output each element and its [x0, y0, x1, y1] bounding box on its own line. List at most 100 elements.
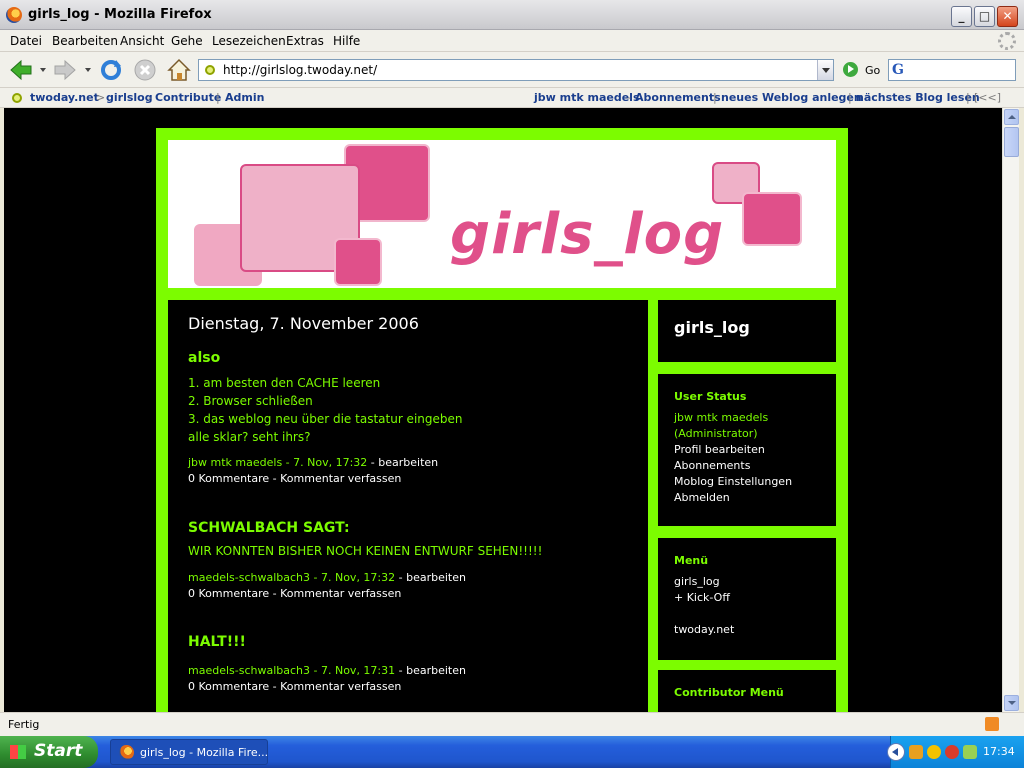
crumb-pipe: |	[216, 91, 220, 104]
bookmark-user[interactable]: jbw mtk maedels	[534, 91, 640, 104]
tray-app-icon[interactable]	[909, 745, 923, 759]
post-comments-link[interactable]: 0 Kommentare - Kommentar verfassen	[188, 680, 401, 693]
start-button[interactable]: Start	[0, 736, 98, 768]
post-title[interactable]: also	[188, 350, 220, 366]
bookmark-back-marker[interactable]: [<<]	[974, 91, 1001, 104]
menu-hilfe[interactable]: Hilfe	[333, 34, 360, 48]
go-icon[interactable]	[843, 62, 858, 77]
post-text-line: alle sklar? seht ihrs?	[188, 430, 311, 444]
post-comments-link[interactable]: 0 Kommentare - Kommentar verfassen	[188, 587, 401, 600]
bookmark-new-weblog[interactable]: neues Weblog anlegen	[721, 91, 862, 104]
menu-extras[interactable]: Extras	[286, 34, 324, 48]
tray-volume-icon[interactable]	[963, 745, 977, 759]
sidebar-blog-title[interactable]: girls_log	[674, 318, 750, 337]
stop-icon	[134, 59, 156, 81]
post-edit-link[interactable]: - bearbeiten	[367, 456, 438, 469]
crumb-dash: -	[148, 91, 152, 104]
menu-item-kick-off[interactable]: + Kick-Off	[674, 591, 730, 604]
status-text: Fertig	[8, 718, 40, 731]
stop-button[interactable]	[132, 57, 158, 83]
logo-square-decoration	[742, 192, 802, 246]
menu-datei[interactable]: Datei	[10, 34, 42, 48]
windows-taskbar: Start girls_log - Mozilla Fire... 17:34	[0, 736, 1024, 768]
go-button[interactable]: Go	[865, 64, 880, 77]
post-author-link[interactable]: maedels-schwalbach3 - 7. Nov, 17:31	[188, 664, 395, 677]
sidebar-contributor-menu: Contributor Menü	[658, 670, 836, 712]
menu-ansicht[interactable]: Ansicht	[120, 34, 164, 48]
abonnements-link[interactable]: Abonnements	[674, 459, 750, 472]
post-title[interactable]: SCHWALBACH SAGT:	[188, 520, 350, 536]
bookmark-next-blog[interactable]: nächstes Blog lesen	[856, 91, 980, 104]
post-author-link[interactable]: maedels-schwalbach3 - 7. Nov, 17:32	[188, 571, 395, 584]
post-comments-link[interactable]: 0 Kommentare - Kommentar verfassen	[188, 472, 401, 485]
google-search-engine-icon[interactable]: G	[892, 62, 904, 78]
scroll-down-button[interactable]	[1004, 695, 1019, 711]
search-box[interactable]: G	[888, 59, 1016, 81]
tray-network-icon[interactable]	[927, 745, 941, 759]
menu-lesezeichen[interactable]: Lesezeichen	[212, 34, 286, 48]
home-icon	[167, 58, 191, 81]
reload-button[interactable]	[98, 57, 124, 83]
post-edit-link[interactable]: - bearbeiten	[395, 571, 466, 584]
bookmark-admin[interactable]: Admin	[225, 91, 264, 104]
logout-link[interactable]: Abmelden	[674, 491, 730, 504]
post-title[interactable]: HALT!!!	[188, 634, 246, 650]
post-edit-link[interactable]: - bearbeiten	[395, 664, 466, 677]
taskbar-firefox-window[interactable]: girls_log - Mozilla Fire...	[110, 739, 268, 765]
moblog-settings-link[interactable]: Moblog Einstellungen	[674, 475, 792, 488]
page-scrollbar[interactable]	[1002, 108, 1019, 712]
forward-button[interactable]	[52, 57, 78, 83]
address-bar[interactable]: http://girlslog.twoday.net/	[198, 59, 834, 81]
close-button[interactable]: ✕	[997, 6, 1018, 27]
rss-feed-icon[interactable]	[985, 717, 999, 731]
post-author-link[interactable]: jbw mtk maedels - 7. Nov, 17:32	[188, 456, 367, 469]
url-history-dropdown[interactable]	[817, 60, 833, 80]
menu-item-twoday[interactable]: twoday.net	[674, 623, 734, 636]
sidebar-blog-title-box: girls_log	[658, 300, 836, 362]
post-meta: maedels-schwalbach3 - 7. Nov, 17:32 - be…	[188, 571, 466, 584]
back-history-dropdown[interactable]	[40, 68, 46, 72]
menu-item-girls-log[interactable]: girls_log	[674, 575, 720, 588]
menu-bar: Datei Bearbeiten Ansicht Gehe Lesezeiche…	[0, 30, 1024, 52]
twoday-favicon-icon	[12, 93, 22, 103]
throbber-icon	[998, 32, 1016, 50]
home-button[interactable]	[166, 57, 192, 83]
forward-history-dropdown[interactable]	[85, 68, 91, 72]
logo-square-decoration	[334, 238, 382, 286]
profil-bearbeiten-link[interactable]: Profil bearbeiten	[674, 443, 765, 456]
window-title: girls_log - Mozilla Firefox	[28, 7, 212, 22]
sidebar-user-status: User Status jbw mtk maedels (Administrat…	[658, 374, 836, 526]
back-button[interactable]	[8, 57, 34, 83]
windows-flag-icon	[10, 745, 26, 759]
scroll-thumb[interactable]	[1004, 127, 1019, 157]
menu-heading: Menü	[674, 554, 709, 567]
back-arrow-icon	[10, 59, 32, 81]
blog-logo: girls_log	[450, 202, 725, 267]
user-role: (Administrator)	[674, 427, 758, 440]
menu-gehe[interactable]: Gehe	[171, 34, 203, 48]
minimize-button[interactable]: _	[951, 6, 972, 27]
url-text[interactable]: http://girlslog.twoday.net/	[223, 63, 377, 77]
tray-clock[interactable]: 17:34	[983, 745, 1015, 758]
sidebar-menu: Menü girls_log + Kick-Off twoday.net	[658, 538, 836, 660]
firefox-icon	[6, 7, 22, 23]
bookmark-girlslog[interactable]: girlslog	[106, 91, 153, 104]
scroll-up-button[interactable]	[1004, 109, 1019, 125]
bookmark-abonnements[interactable]: Abonnements	[635, 91, 721, 104]
post-text-line: 1. am besten den CACHE leeren	[188, 376, 381, 390]
bookmark-contribute[interactable]: Contribute	[155, 91, 221, 104]
contributor-menu-heading: Contributor Menü	[674, 686, 784, 699]
user-name-link[interactable]: jbw mtk maedels	[674, 411, 768, 424]
menu-bearbeiten[interactable]: Bearbeiten	[52, 34, 118, 48]
bookmark-twoday[interactable]: twoday.net	[30, 91, 99, 104]
window-titlebar[interactable]: girls_log - Mozilla Firefox _ □ ✕	[0, 0, 1024, 30]
crumb-dash-2: -	[627, 91, 631, 104]
tray-security-icon[interactable]	[945, 745, 959, 759]
status-bar: Fertig	[0, 712, 1024, 736]
post-date-heading: Dienstag, 7. November 2006	[188, 314, 419, 333]
crumb-pipe-2: |	[713, 91, 717, 104]
maximize-button[interactable]: □	[974, 6, 995, 27]
tray-expand-icon[interactable]	[887, 743, 905, 761]
bookmarks-toolbar: twoday.net > girlslog - Contribute | Adm…	[0, 88, 1024, 108]
blog-header-banner[interactable]: girls_log	[168, 140, 836, 288]
